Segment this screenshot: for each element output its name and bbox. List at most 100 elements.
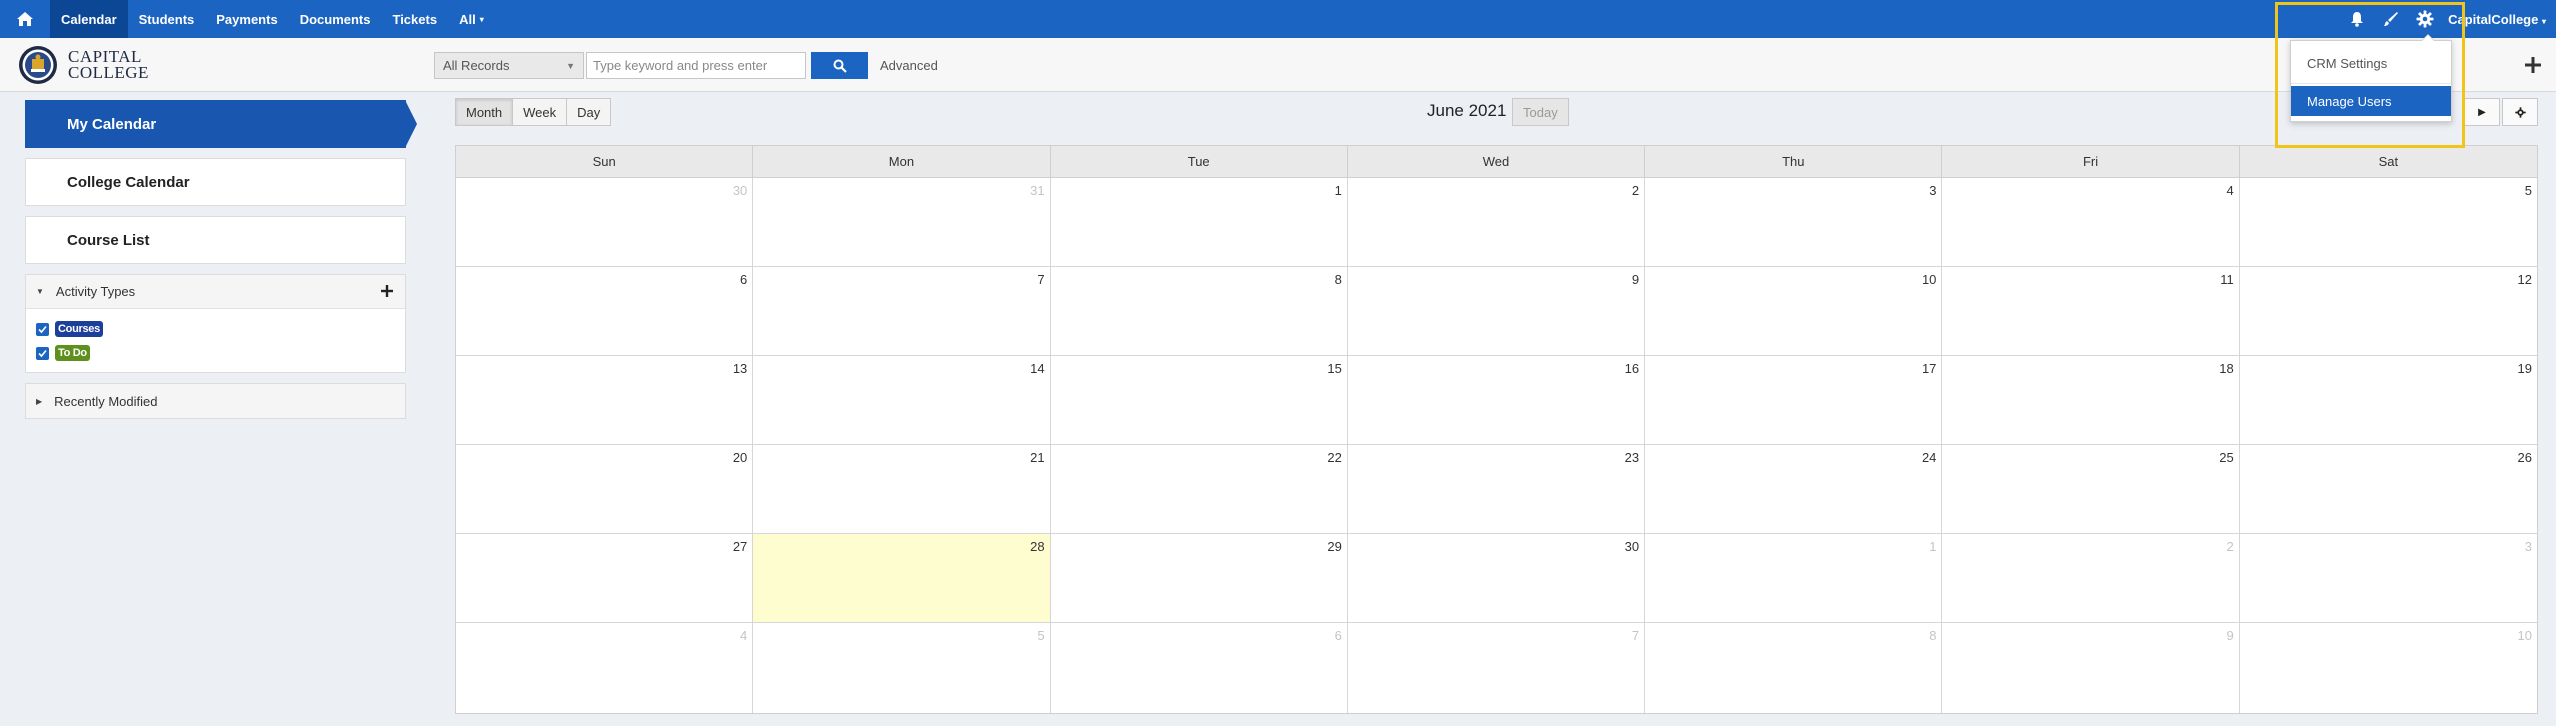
- records-select[interactable]: All Records ▼: [434, 52, 584, 79]
- weekday-sat: Sat: [2378, 154, 2399, 169]
- brush-icon[interactable]: [2374, 0, 2408, 38]
- calendar-day[interactable]: 6: [1051, 623, 1348, 713]
- day-number: 3: [1929, 183, 1937, 198]
- manage-users-menu-item[interactable]: Manage Users: [2291, 86, 2451, 116]
- calendar-day[interactable]: 26: [2240, 445, 2537, 533]
- calendar-day[interactable]: 8: [1051, 267, 1348, 355]
- calendar-day[interactable]: 29: [1051, 534, 1348, 622]
- calendar-day[interactable]: 4: [456, 623, 754, 713]
- weekday-fri: Fri: [1942, 146, 2240, 177]
- day-number: 5: [2524, 183, 2532, 198]
- todo-checkbox[interactable]: [36, 346, 49, 360]
- calendar-day[interactable]: 15: [1051, 356, 1348, 444]
- day-number: 15: [1327, 361, 1342, 376]
- calendar-settings-button[interactable]: [2502, 98, 2538, 126]
- calendar-day[interactable]: 31: [753, 178, 1051, 266]
- calendar-day[interactable]: 7: [753, 267, 1051, 355]
- search-button[interactable]: [811, 52, 868, 79]
- calendar-day[interactable]: 10: [2240, 623, 2537, 713]
- calendar-day[interactable]: 18: [1942, 356, 2240, 444]
- week-view-button[interactable]: Week: [512, 98, 568, 126]
- calendar-day[interactable]: 6: [456, 267, 754, 355]
- college-logo[interactable]: CAPITAL COLLEGE: [18, 45, 149, 85]
- day-number: 7: [1037, 272, 1045, 287]
- day-view-button[interactable]: Day: [566, 98, 612, 126]
- calendar-day[interactable]: 2: [1348, 178, 1646, 266]
- today-button[interactable]: Today: [1512, 98, 1569, 126]
- view-switcher: Month Week Day: [455, 98, 612, 126]
- month-view-button[interactable]: Month: [455, 98, 514, 126]
- calendar-day[interactable]: 30: [456, 178, 754, 266]
- calendar-day[interactable]: 10: [1645, 267, 1943, 355]
- home-icon[interactable]: [0, 0, 50, 38]
- calendar-day[interactable]: 1: [1051, 178, 1348, 266]
- day-number: 28: [1030, 539, 1045, 554]
- advanced-search-link[interactable]: Advanced: [880, 58, 938, 73]
- add-activity-type-icon[interactable]: [377, 281, 397, 301]
- calendar-day[interactable]: 2: [1942, 534, 2240, 622]
- activity-type-row: To Do: [36, 341, 395, 365]
- calendar-day[interactable]: 30: [1348, 534, 1646, 622]
- sidebar: My Calendar College Calendar Course List…: [25, 100, 417, 429]
- sidebar-college-calendar[interactable]: College Calendar: [25, 158, 406, 206]
- calendar-day[interactable]: 19: [2240, 356, 2537, 444]
- calendar-day[interactable]: 5: [2240, 178, 2537, 266]
- calendar-day[interactable]: 24: [1645, 445, 1943, 533]
- calendar-day[interactable]: 5: [753, 623, 1051, 713]
- bell-icon[interactable]: [2340, 0, 2374, 38]
- crm-settings-menu-item[interactable]: CRM Settings: [2291, 47, 2451, 79]
- calendar-day[interactable]: 3: [1645, 178, 1943, 266]
- calendar-day[interactable]: 23: [1348, 445, 1646, 533]
- sidebar-item-label: College Calendar: [67, 173, 190, 191]
- calendar-day[interactable]: 14: [753, 356, 1051, 444]
- calendar-day[interactable]: 4: [1942, 178, 2240, 266]
- nav-payments[interactable]: Payments: [205, 0, 288, 38]
- calendar-day[interactable]: 17: [1645, 356, 1943, 444]
- user-menu[interactable]: CapitalCollege ▾: [2442, 12, 2556, 27]
- sidebar-my-calendar[interactable]: My Calendar: [25, 100, 417, 148]
- courses-tag: Courses: [55, 321, 103, 337]
- nav-students[interactable]: Students: [128, 0, 206, 38]
- day-number: 13: [732, 361, 748, 376]
- calendar-day[interactable]: 21: [753, 445, 1051, 533]
- day-number: 1: [1334, 183, 1342, 198]
- next-month-button[interactable]: ▶: [2464, 98, 2500, 126]
- nav-calendar[interactable]: Calendar: [50, 0, 128, 38]
- calendar-day[interactable]: 16: [1348, 356, 1646, 444]
- search-input[interactable]: [586, 52, 806, 79]
- gear-icon[interactable]: [2408, 0, 2442, 38]
- courses-checkbox[interactable]: [36, 322, 49, 336]
- calendar-day[interactable]: 27: [456, 534, 754, 622]
- seal-icon: [19, 46, 57, 84]
- panel-title: Recently Modified: [54, 393, 158, 409]
- calendar-day[interactable]: 13: [456, 356, 754, 444]
- recently-modified-header[interactable]: ▶ Recently Modified: [26, 384, 405, 418]
- calendar-day[interactable]: 7: [1348, 623, 1646, 713]
- calendar-day[interactable]: 20: [456, 445, 754, 533]
- nav-all-menu[interactable]: All ▾: [448, 0, 495, 38]
- calendar-day-today[interactable]: 28: [753, 534, 1051, 622]
- calendar-grid: Sun Mon Tue Wed Thu Fri Sat 30 31 1 2 3 4 5 6 7 8…: [455, 145, 2538, 714]
- calendar-day[interactable]: 25: [1942, 445, 2240, 533]
- nav-documents[interactable]: Documents: [289, 0, 382, 38]
- sidebar-course-list[interactable]: Course List: [25, 216, 406, 264]
- calendar-day[interactable]: 12: [2240, 267, 2537, 355]
- calendar-day[interactable]: 11: [1942, 267, 2240, 355]
- add-icon[interactable]: [2520, 52, 2546, 78]
- day-number: 14: [1030, 361, 1045, 376]
- top-nav: Calendar Students Payments Documents Tic…: [0, 0, 2556, 38]
- calendar-day[interactable]: 9: [1348, 267, 1646, 355]
- day-number: 27: [732, 539, 748, 554]
- day-number: 19: [2517, 361, 2532, 376]
- calendar-day[interactable]: 22: [1051, 445, 1348, 533]
- calendar-day[interactable]: 8: [1645, 623, 1943, 713]
- weekday-mon: Mon: [753, 146, 1051, 177]
- day-number: 4: [740, 628, 748, 643]
- day-number: 3: [2524, 539, 2532, 554]
- calendar-day[interactable]: 9: [1942, 623, 2240, 713]
- menu-divider: [2291, 83, 2451, 84]
- calendar-day[interactable]: 1: [1645, 534, 1943, 622]
- activity-types-header[interactable]: ▼ Activity Types: [26, 275, 405, 309]
- calendar-day[interactable]: 3: [2240, 534, 2537, 622]
- nav-tickets[interactable]: Tickets: [381, 0, 448, 38]
